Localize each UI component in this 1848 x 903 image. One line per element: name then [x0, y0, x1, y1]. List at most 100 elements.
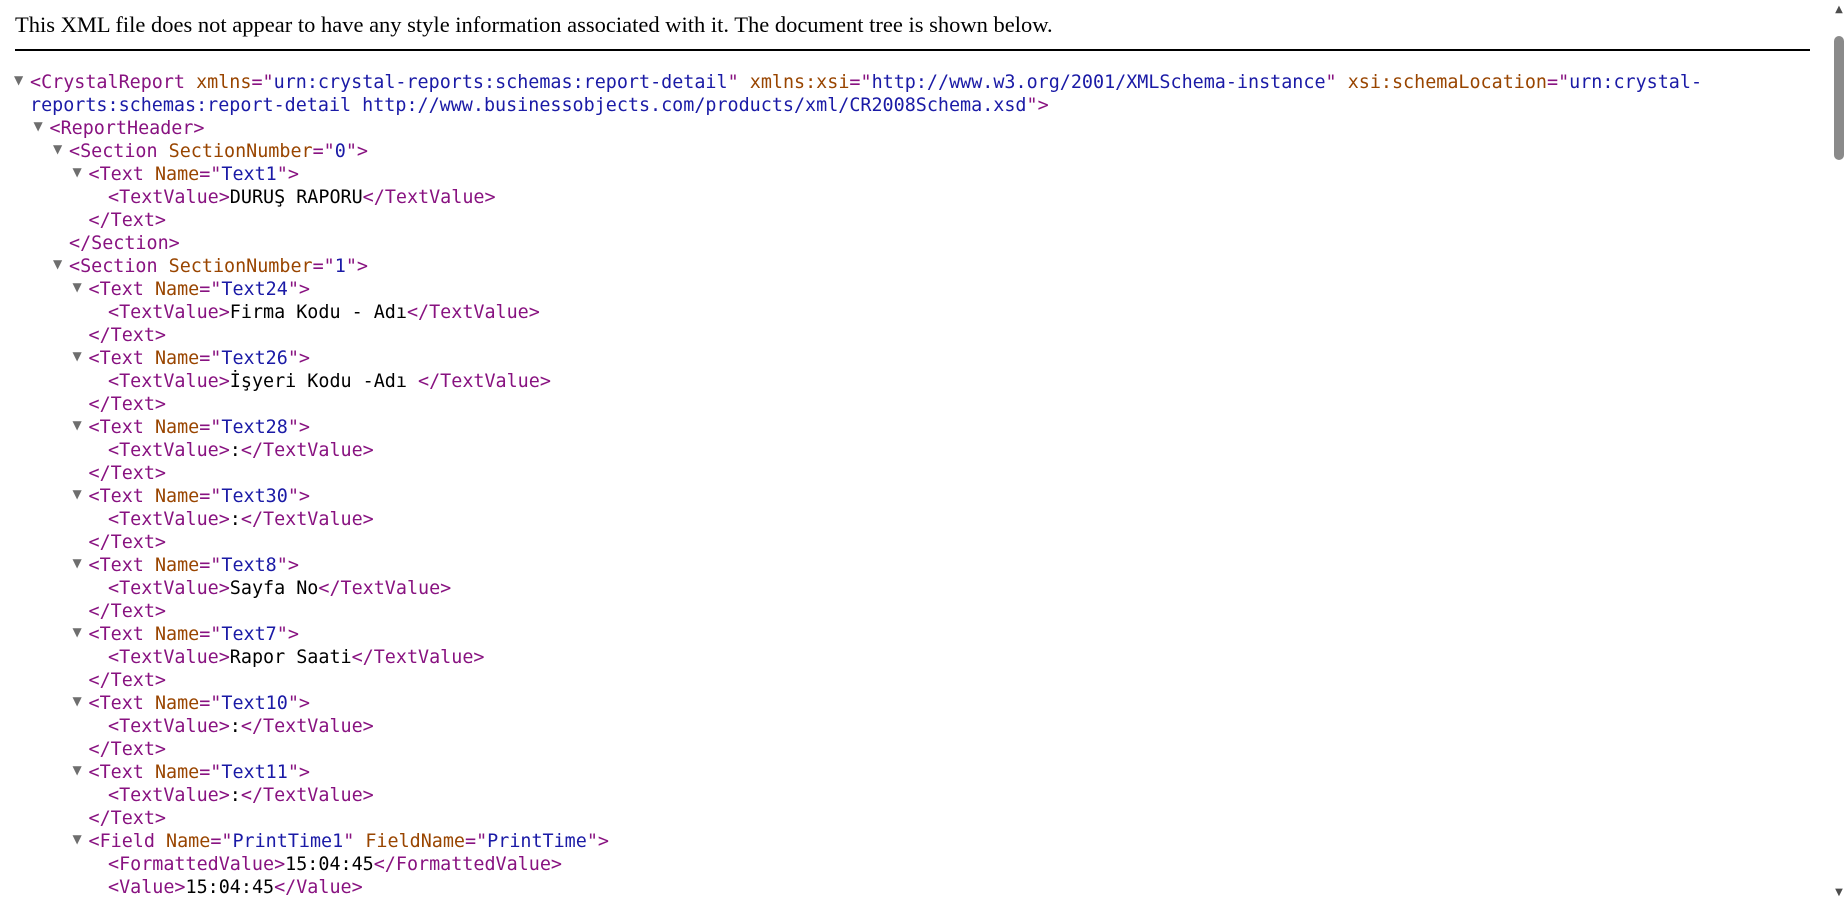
xml-attribute-value: Text11: [221, 762, 288, 783]
xml-line-text: <TextValue>:</TextValue>: [108, 715, 374, 738]
xml-tag: </Section>: [69, 233, 180, 254]
xml-tag: =": [465, 831, 488, 852]
scroll-down-arrow-icon[interactable]: ▼: [1830, 885, 1848, 901]
xml-attribute-name: Name: [154, 762, 200, 783]
xml-line-text: </Text>: [89, 738, 167, 761]
xml-line-text: </Section>: [69, 232, 180, 255]
xml-tag: </FormattedValue>: [373, 854, 562, 875]
collapse-toggle-icon[interactable]: ▼: [73, 833, 84, 845]
xml-tag: <TextValue>: [108, 578, 230, 599]
xml-line-text: <Value>15:04:45</Value>: [108, 876, 363, 899]
xml-attribute-name: SectionNumber: [168, 141, 313, 162]
xml-tag: </Value>: [274, 877, 363, 898]
xml-text-content: :: [229, 509, 241, 530]
xml-line-text: <Section SectionNumber="1">: [69, 255, 368, 278]
xml-attribute-name: Name: [154, 417, 200, 438]
xml-tag: ">: [287, 486, 310, 507]
vertical-scrollbar[interactable]: ▲ ▼: [1830, 0, 1848, 903]
xml-attribute-name: Name: [154, 486, 200, 507]
xml-line-text: </Text>: [89, 807, 167, 830]
xml-line-text: <CrystalReport xmlns="urn:crystal-report…: [30, 71, 1702, 94]
collapse-toggle-icon[interactable]: ▼: [73, 419, 84, 431]
collapse-toggle-icon[interactable]: ▼: [73, 281, 84, 293]
xml-tag: <Text: [88, 417, 155, 438]
xml-tag: <TextValue>: [108, 716, 230, 737]
scroll-thumb[interactable]: [1834, 36, 1844, 160]
xml-tag: </Text>: [88, 808, 167, 829]
xml-viewer-page: This XML file does not appear to have an…: [0, 0, 1848, 903]
xml-text-content: Sayfa No: [229, 578, 319, 599]
xml-line-text: <Text Name="Text30">: [89, 485, 310, 508]
xml-tag: <TextValue>: [108, 440, 230, 461]
xml-line-text: <Text Name="Text26">: [89, 347, 310, 370]
collapse-toggle-icon[interactable]: ▼: [73, 764, 84, 776]
xml-tag: ": [1325, 72, 1348, 93]
xml-tag: </TextValue>: [362, 187, 496, 208]
xml-tag: </Text>: [88, 532, 167, 553]
xml-attribute-name: Name: [154, 693, 200, 714]
xml-line-text: </Text>: [89, 531, 167, 554]
collapse-toggle-icon[interactable]: ▼: [14, 74, 25, 86]
xml-line-text: <TextValue>İşyeri Kodu -Adı </TextValue>: [108, 370, 551, 393]
xml-tag: <FormattedValue>: [108, 854, 286, 875]
xml-tag: <Text: [88, 762, 155, 783]
xml-tag: <Text: [88, 693, 155, 714]
xml-tag: </Text>: [88, 325, 167, 346]
xml-tag: ">: [276, 555, 299, 576]
xml-attribute-name: xsi:schemaLocation: [1347, 72, 1547, 93]
xml-tag: =": [199, 762, 222, 783]
xml-text-content: :: [229, 785, 241, 806]
xml-tag: </Text>: [88, 601, 167, 622]
xml-attribute-name: Name: [154, 348, 200, 369]
xml-attribute-name: Name: [154, 624, 200, 645]
xml-tag: =": [1547, 72, 1570, 93]
xml-attribute-value: Text28: [221, 417, 288, 438]
xml-tag: ">: [287, 348, 310, 369]
collapse-toggle-icon[interactable]: ▼: [73, 350, 84, 362]
xml-attribute-value: Text10: [221, 693, 288, 714]
collapse-toggle-icon[interactable]: ▼: [73, 166, 84, 178]
xml-tag: </Text>: [88, 739, 167, 760]
collapse-toggle-icon[interactable]: ▼: [73, 488, 84, 500]
xml-line-text: <TextValue>DURUŞ RAPORU</TextValue>: [108, 186, 496, 209]
collapse-toggle-icon[interactable]: ▼: [53, 258, 64, 270]
xml-tag: </Text>: [88, 210, 167, 231]
collapse-toggle-icon[interactable]: ▼: [73, 695, 84, 707]
xml-line-text: <Field Name="PrintTime1" FieldName="Prin…: [89, 830, 609, 853]
xml-tag: </TextValue>: [418, 371, 551, 392]
xml-attribute-value: Text30: [221, 486, 288, 507]
xml-line-text: </Text>: [89, 462, 167, 485]
xml-line-text: <TextValue>Sayfa No</TextValue>: [108, 577, 451, 600]
collapse-toggle-icon[interactable]: ▼: [73, 626, 84, 638]
xml-line-text: <Text Name="Text8">: [89, 554, 299, 577]
xml-line-text: <Text Name="Text11">: [89, 761, 310, 784]
xml-attribute-value: urn:crystal-reports:schemas:report-detai…: [273, 72, 728, 93]
xml-tag: =": [199, 555, 222, 576]
collapse-toggle-icon[interactable]: ▼: [53, 143, 64, 155]
xml-tag: ">: [586, 831, 609, 852]
xml-tag: <TextValue>: [108, 302, 230, 323]
xml-attribute-name: xmlns: [196, 72, 252, 93]
xml-attribute-value: PrintTime: [487, 831, 587, 852]
xml-tag: =": [849, 72, 872, 93]
xml-tag: </TextValue>: [240, 785, 374, 806]
xml-tag: <TextValue>: [108, 785, 230, 806]
xml-tag: <Text: [88, 555, 155, 576]
scroll-up-arrow-icon[interactable]: ▲: [1830, 2, 1848, 18]
xml-tag: <Text: [88, 486, 155, 507]
xml-attribute-name: FieldName: [365, 831, 466, 852]
xml-tag: </Text>: [88, 394, 167, 415]
xml-text-content: Firma Kodu - Adı: [229, 302, 407, 323]
xml-tag: <Text: [88, 348, 155, 369]
collapse-toggle-icon[interactable]: ▼: [34, 120, 45, 132]
xml-tag: =": [312, 141, 335, 162]
xml-text-content: İşyeri Kodu -Adı: [229, 371, 419, 392]
xml-tag: <TextValue>: [108, 647, 230, 668]
xml-attribute-value: 1: [334, 256, 346, 277]
collapse-toggle-icon[interactable]: ▼: [73, 557, 84, 569]
xml-tag: =": [199, 624, 222, 645]
xml-tag: <Section: [69, 256, 169, 277]
xml-tag: =": [199, 164, 222, 185]
xml-tag: <TextValue>: [108, 509, 230, 530]
xml-tag: ">: [287, 693, 310, 714]
